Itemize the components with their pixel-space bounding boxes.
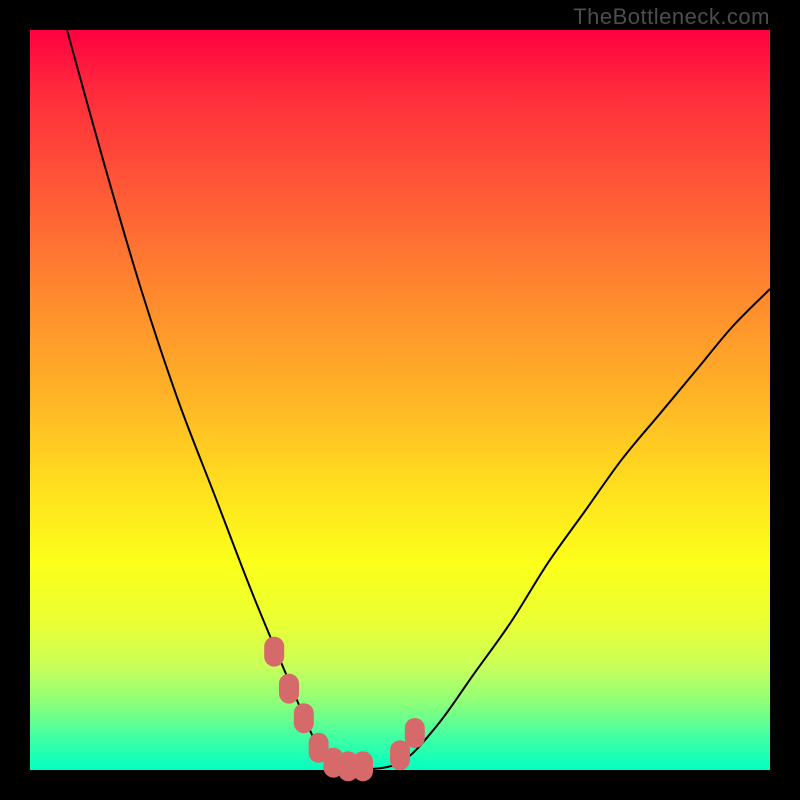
highlight-point — [264, 637, 284, 667]
chart-svg — [30, 30, 770, 770]
plot-area — [30, 30, 770, 770]
highlight-point — [353, 751, 373, 781]
chart-frame: TheBottleneck.com — [0, 0, 800, 800]
highlight-point — [390, 740, 410, 770]
bottleneck-curve — [67, 30, 770, 771]
highlight-points — [264, 637, 425, 782]
highlight-point — [294, 703, 314, 733]
highlight-point — [405, 718, 425, 748]
attribution-text: TheBottleneck.com — [573, 4, 770, 30]
highlight-point — [279, 674, 299, 704]
